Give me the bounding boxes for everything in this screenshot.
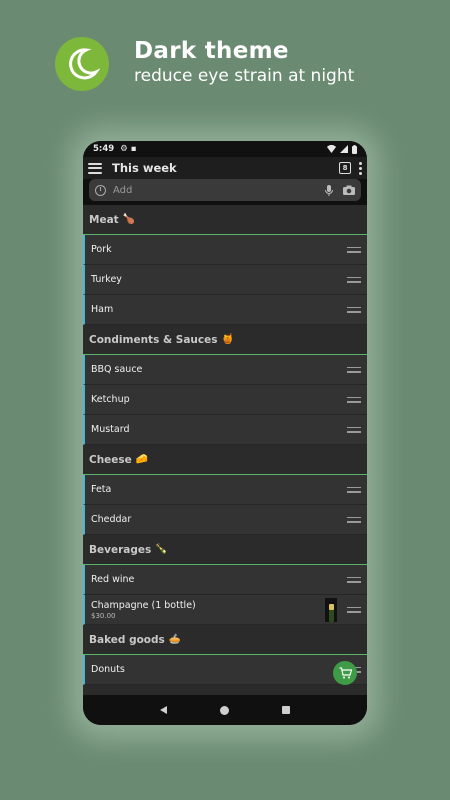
status-bar: 5:49 ⚙ ▪	[83, 141, 367, 157]
section-header-baked-goods[interactable]: Baked goods 🥧	[83, 625, 367, 655]
section-emoji: 🧀	[135, 454, 149, 465]
drag-handle-icon[interactable]	[347, 366, 361, 373]
item-name: Feta	[91, 484, 112, 495]
add-placeholder[interactable]: Add	[113, 185, 132, 196]
shopping-list: Meat 🍗 Pork Turkey Ham Condiments & Sauc…	[83, 205, 367, 695]
item-name: Turkey	[91, 274, 122, 285]
list-item[interactable]: Champagne (1 bottle) $30.00	[83, 595, 367, 625]
cart-icon	[339, 667, 352, 679]
list-item[interactable]: Pork	[83, 235, 367, 265]
clock-icon[interactable]	[95, 184, 106, 196]
section-title: Meat	[89, 213, 119, 226]
drag-handle-icon[interactable]	[347, 426, 361, 433]
section-title: Condiments & Sauces	[89, 333, 218, 346]
cart-button[interactable]	[333, 661, 357, 685]
status-time: 5:49	[93, 144, 115, 154]
signal-icon	[340, 145, 348, 153]
list-item[interactable]: Turkey	[83, 265, 367, 295]
section-header-beverages[interactable]: Beverages 🍾	[83, 535, 367, 565]
section-emoji: 🥧	[168, 634, 182, 645]
list-item[interactable]: BBQ sauce	[83, 355, 367, 385]
list-title[interactable]: This week	[112, 161, 177, 175]
drag-handle-icon[interactable]	[347, 516, 361, 523]
system-nav-bar	[83, 695, 367, 725]
section-emoji: 🍾	[155, 544, 168, 555]
gear-icon: ⚙	[120, 144, 128, 154]
list-item[interactable]: Cheddar	[83, 505, 367, 535]
promo-title: Dark theme	[134, 38, 289, 64]
item-name: Ham	[91, 304, 114, 315]
section-header-cheese[interactable]: Cheese 🧀	[83, 445, 367, 475]
item-name: Donuts	[91, 664, 125, 675]
back-icon[interactable]	[159, 706, 167, 714]
battery-icon	[352, 144, 357, 154]
list-item[interactable]: Mustard	[83, 415, 367, 445]
section-emoji: 🍯	[221, 334, 234, 345]
hamburger-icon[interactable]	[88, 162, 102, 174]
drag-handle-icon[interactable]	[347, 276, 361, 283]
drag-handle-icon[interactable]	[347, 486, 361, 493]
item-name: Cheddar	[91, 514, 132, 525]
phone-frame: 5:49 ⚙ ▪ This week 8 Add Meat 🍗 Pork Tur…	[83, 141, 367, 725]
section-header-meat[interactable]: Meat 🍗	[83, 205, 367, 235]
drag-handle-icon[interactable]	[347, 576, 361, 583]
list-item[interactable]: Donuts	[83, 655, 367, 685]
section-title: Beverages	[89, 543, 152, 556]
app-logo	[55, 37, 109, 91]
calendar-badge: 8	[342, 164, 348, 172]
item-price: $30.00	[91, 611, 116, 620]
wifi-icon	[327, 145, 336, 153]
item-name: Champagne (1 bottle)	[91, 599, 196, 611]
list-item[interactable]: Ketchup	[83, 385, 367, 415]
item-name: Pork	[91, 244, 112, 255]
section-emoji: 🍗	[122, 214, 136, 225]
item-name: Red wine	[91, 574, 135, 585]
item-name: Ketchup	[91, 394, 130, 405]
drag-handle-icon[interactable]	[347, 606, 361, 613]
calendar-icon[interactable]: 8	[339, 162, 351, 174]
recents-icon[interactable]	[282, 706, 291, 714]
item-name: Mustard	[91, 424, 130, 435]
item-name: BBQ sauce	[91, 364, 143, 375]
drag-handle-icon[interactable]	[347, 306, 361, 313]
more-icon[interactable]	[359, 161, 362, 175]
list-item[interactable]: Feta	[83, 475, 367, 505]
mic-icon[interactable]	[325, 184, 333, 196]
section-title: Baked goods	[89, 633, 165, 646]
sd-card-icon: ▪	[130, 144, 137, 154]
drag-handle-icon[interactable]	[347, 396, 361, 403]
camera-icon[interactable]	[343, 185, 355, 195]
moon-icon	[69, 48, 100, 80]
add-item-field[interactable]: Add	[89, 179, 361, 201]
section-header-partial[interactable]	[83, 685, 367, 695]
section-header-condiments[interactable]: Condiments & Sauces 🍯	[83, 325, 367, 355]
list-item[interactable]: Red wine	[83, 565, 367, 595]
item-thumbnail[interactable]	[325, 598, 337, 622]
list-item[interactable]: Ham	[83, 295, 367, 325]
section-title: Cheese	[89, 453, 132, 466]
toolbar: This week 8	[83, 157, 367, 179]
promo-subtitle: reduce eye strain at night	[134, 66, 355, 86]
home-icon[interactable]	[219, 705, 229, 715]
drag-handle-icon[interactable]	[347, 246, 361, 253]
